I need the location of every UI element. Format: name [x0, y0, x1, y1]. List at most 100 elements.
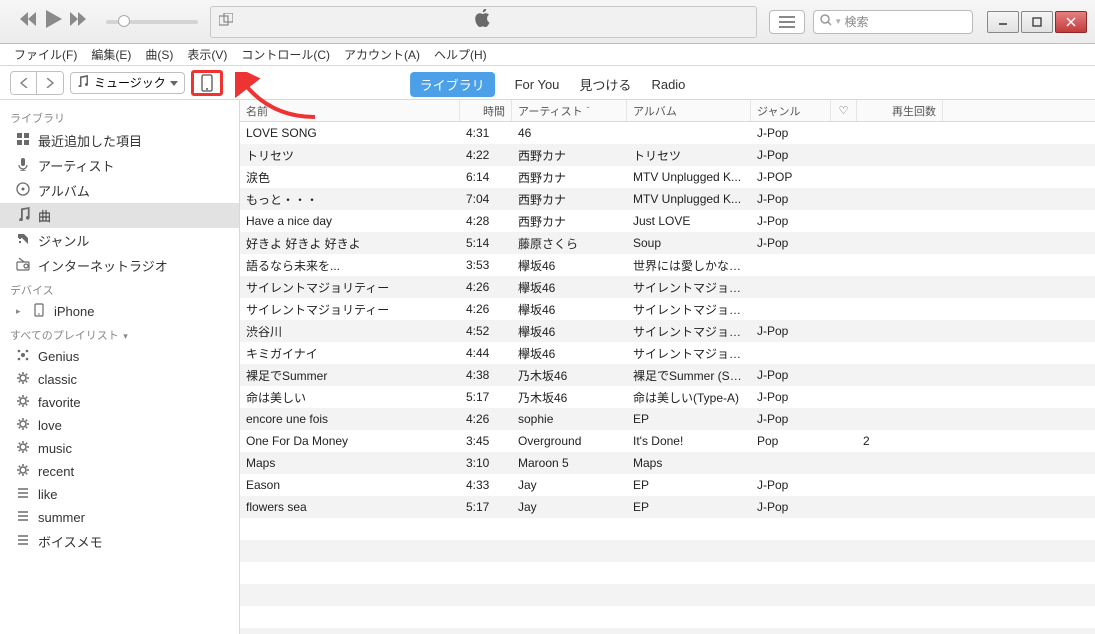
next-button[interactable]: [70, 12, 90, 31]
table-row[interactable]: もっと・・・7:04西野カナMTV Unplugged K...J-Pop: [240, 188, 1095, 210]
toolbar-right: ▾ 検索: [769, 10, 1095, 34]
sidebar-item[interactable]: ▸iPhone: [0, 300, 239, 323]
menu-item[interactable]: コントロール(C): [241, 46, 330, 63]
menu-item[interactable]: 表示(V): [187, 46, 227, 63]
sidebar-item[interactable]: like: [0, 483, 239, 506]
back-button[interactable]: [11, 72, 37, 94]
gear-icon: [16, 440, 30, 457]
main-area: ライブラリ 最近追加した項目アーティストアルバム曲ジャンルインターネットラジオ …: [0, 100, 1095, 634]
sidebar-item-label: love: [38, 418, 62, 433]
table-row[interactable]: 好きよ 好きよ 好きよ5:14藤原さくらSoupJ-Pop: [240, 232, 1095, 254]
table-row[interactable]: サイレントマジョリティー4:26欅坂46サイレントマジョリティ...: [240, 276, 1095, 298]
sidebar-item-label: music: [38, 441, 72, 456]
tab-library[interactable]: ライブラリ: [410, 72, 495, 97]
empty-row: [240, 562, 1095, 584]
genius-icon: [16, 348, 30, 365]
media-type-selector[interactable]: ミュージック: [70, 72, 185, 94]
col-album[interactable]: アルバム: [627, 100, 751, 121]
apple-logo-icon: [475, 9, 493, 34]
sidebar-item-label: 最近追加した項目: [38, 131, 142, 150]
tab-for-you[interactable]: For You: [515, 77, 560, 92]
col-name[interactable]: 名前: [240, 100, 460, 121]
now-playing-display: [210, 6, 757, 38]
table-row[interactable]: LOVE SONG4:3146J-Pop: [240, 122, 1095, 144]
miniplayer-icon[interactable]: [219, 13, 233, 32]
sidebar-item-label: like: [38, 487, 58, 502]
table-row[interactable]: encore une fois4:26sophieEPJ-Pop: [240, 408, 1095, 430]
sidebar-item[interactable]: アーティスト: [0, 153, 239, 178]
sidebar-item-label: アルバム: [38, 181, 90, 200]
sidebar: ライブラリ 最近追加した項目アーティストアルバム曲ジャンルインターネットラジオ …: [0, 100, 240, 634]
volume-slider[interactable]: [106, 20, 198, 24]
sidebar-item[interactable]: favorite: [0, 391, 239, 414]
top-toolbar: ▾ 検索: [0, 0, 1095, 44]
sidebar-heading-devices: デバイス: [0, 278, 239, 300]
empty-row: [240, 584, 1095, 606]
sidebar-item-label: summer: [38, 510, 85, 525]
sidebar-item[interactable]: love: [0, 414, 239, 437]
menu-item[interactable]: ファイル(F): [14, 46, 77, 63]
table-row[interactable]: One For Da Money3:45OvergroundIt's Done!…: [240, 430, 1095, 452]
col-favorite[interactable]: ♡: [831, 100, 857, 121]
search-input[interactable]: ▾ 検索: [813, 10, 973, 34]
table-row[interactable]: サイレントマジョリティー4:26欅坂46サイレントマジョリティ...: [240, 298, 1095, 320]
menu-item[interactable]: 編集(E): [91, 46, 131, 63]
menu-item[interactable]: 曲(S): [145, 46, 173, 63]
col-artist[interactable]: アーティストˇ: [512, 100, 627, 121]
table-row[interactable]: Maps3:10Maroon 5Maps: [240, 452, 1095, 474]
table-row[interactable]: Have a nice day4:28西野カナJust LOVEJ-Pop: [240, 210, 1095, 232]
sidebar-item[interactable]: 曲: [0, 203, 239, 228]
sidebar-item-label: ジャンル: [38, 231, 89, 250]
phone-icon: [32, 303, 46, 320]
nav-back-forward: [10, 71, 64, 95]
sidebar-item[interactable]: ボイスメモ: [0, 529, 239, 554]
list-icon: [16, 486, 30, 503]
table-row[interactable]: 命は美しい5:17乃木坂46命は美しい(Type-A)J-Pop: [240, 386, 1095, 408]
window-controls: [987, 11, 1087, 33]
col-time[interactable]: 時間: [460, 100, 512, 121]
close-button[interactable]: [1055, 11, 1087, 33]
table-row[interactable]: Eason4:33JayEPJ-Pop: [240, 474, 1095, 496]
sidebar-item[interactable]: 最近追加した項目: [0, 128, 239, 153]
list-view-button[interactable]: [769, 10, 805, 34]
song-table: 名前 時間 アーティストˇ アルバム ジャンル ♡ 再生回数 LOVE SONG…: [240, 100, 1095, 634]
minimize-button[interactable]: [987, 11, 1019, 33]
table-row[interactable]: キミガイナイ4:44欅坂46サイレントマジョリティー: [240, 342, 1095, 364]
col-genre[interactable]: ジャンル: [751, 100, 831, 121]
sidebar-item[interactable]: アルバム: [0, 178, 239, 203]
sidebar-item-label: iPhone: [54, 304, 94, 319]
table-row[interactable]: 涙色6:14西野カナMTV Unplugged K...J-POP: [240, 166, 1095, 188]
table-row[interactable]: flowers sea5:17JayEPJ-Pop: [240, 496, 1095, 518]
sidebar-item[interactable]: classic: [0, 368, 239, 391]
sidebar-item-label: Genius: [38, 349, 79, 364]
sidebar-heading-library: ライブラリ: [0, 106, 239, 128]
sidebar-item[interactable]: music: [0, 437, 239, 460]
col-plays[interactable]: 再生回数: [857, 100, 943, 121]
sidebar-item-label: 曲: [38, 206, 51, 225]
gear-icon: [16, 417, 30, 434]
menu-item[interactable]: アカウント(A): [344, 46, 420, 63]
sidebar-item-label: favorite: [38, 395, 81, 410]
table-row[interactable]: 渋谷川4:52欅坂46サイレントマジョリティーJ-Pop: [240, 320, 1095, 342]
table-row[interactable]: 裸足でSummer4:38乃木坂46裸足でSummer (Sp...J-Pop: [240, 364, 1095, 386]
sidebar-item[interactable]: summer: [0, 506, 239, 529]
list-icon: [16, 509, 30, 526]
menu-item[interactable]: ヘルプ(H): [434, 46, 487, 63]
sidebar-item[interactable]: インターネットラジオ: [0, 253, 239, 278]
maximize-button[interactable]: [1021, 11, 1053, 33]
empty-row: [240, 606, 1095, 628]
device-button[interactable]: [191, 70, 223, 96]
sidebar-item[interactable]: Genius: [0, 345, 239, 368]
sidebar-item[interactable]: ジャンル: [0, 228, 239, 253]
sidebar-item[interactable]: recent: [0, 460, 239, 483]
forward-button[interactable]: [37, 72, 63, 94]
table-row[interactable]: 語るなら未来を...3:53欅坂46世界には愛しかない...: [240, 254, 1095, 276]
prev-button[interactable]: [18, 12, 38, 31]
tab-discover[interactable]: 見つける: [579, 75, 631, 94]
playback-controls: [0, 10, 90, 33]
table-row[interactable]: トリセツ4:22西野カナトリセツJ-Pop: [240, 144, 1095, 166]
table-header: 名前 時間 アーティストˇ アルバム ジャンル ♡ 再生回数: [240, 100, 1095, 122]
album-icon: [16, 182, 30, 199]
tab-radio[interactable]: Radio: [651, 77, 685, 92]
play-button[interactable]: [46, 10, 62, 33]
